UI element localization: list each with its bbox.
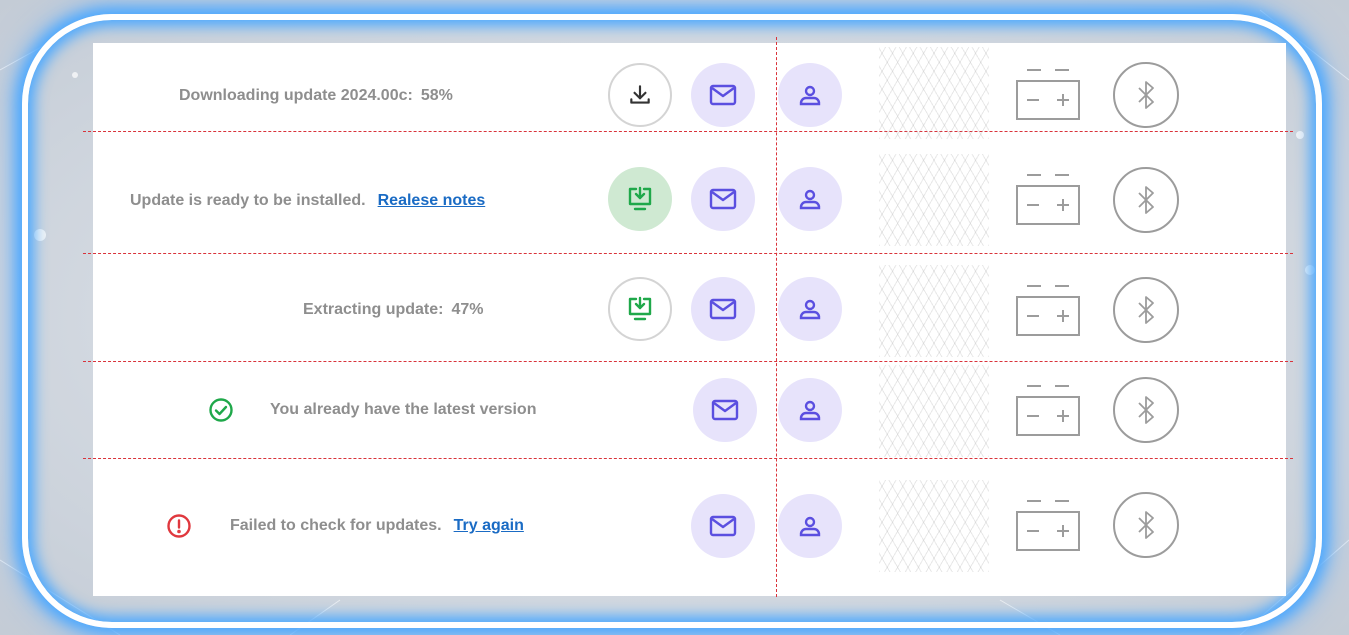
- bluetooth-icon: [1138, 396, 1154, 424]
- mail-icon: [709, 188, 737, 210]
- download-button[interactable]: [608, 63, 672, 127]
- install-update-icon: [628, 296, 652, 321]
- mail-icon: [709, 298, 737, 320]
- status-text: Failed to check for updates.: [230, 517, 442, 534]
- mail-button[interactable]: [691, 63, 755, 127]
- bluetooth-icon: [1138, 186, 1154, 214]
- status-text: Downloading update 2024.00c:: [179, 86, 413, 104]
- error-circle-icon: [166, 513, 192, 539]
- user-button[interactable]: [778, 167, 842, 231]
- mail-icon: [709, 515, 737, 537]
- user-icon: [799, 400, 821, 421]
- bluetooth-icon: [1138, 296, 1154, 324]
- progress-value: 58%: [420, 86, 453, 104]
- hatched-placeholder: [879, 265, 989, 357]
- battery-icon: [1016, 385, 1080, 436]
- row-downloading: Downloading update 2024.00c: 58%: [93, 43, 1286, 148]
- battery-icon: [1016, 174, 1080, 225]
- try-again-link[interactable]: Try again: [454, 517, 524, 535]
- user-button[interactable]: [778, 378, 842, 442]
- mail-button[interactable]: [693, 378, 757, 442]
- row-ready: Update is ready to be installed. Realese…: [93, 148, 1286, 253]
- mail-button[interactable]: [691, 277, 755, 341]
- user-icon: [799, 85, 821, 106]
- status-downloading: Downloading update 2024.00c: 58%: [179, 43, 453, 148]
- user-button[interactable]: [778, 494, 842, 558]
- status-failed: Failed to check for updates. Try again: [166, 476, 524, 576]
- row-failed: Failed to check for updates. Try again: [93, 476, 1286, 581]
- hatched-placeholder: [879, 480, 989, 572]
- battery-icon: [1016, 500, 1080, 551]
- bluetooth-button[interactable]: [1113, 492, 1179, 558]
- status-text: You already have the latest version: [270, 401, 537, 418]
- status-ready: Update is ready to be installed. Realese…: [130, 148, 485, 253]
- status-text: Extracting update:: [303, 301, 444, 318]
- install-update-button[interactable]: [608, 167, 672, 231]
- user-icon: [799, 189, 821, 210]
- hatched-placeholder: [879, 154, 989, 246]
- mail-icon: [711, 399, 739, 421]
- row-extracting: Extracting update: 47%: [93, 265, 1286, 370]
- progress-value: 47%: [451, 301, 484, 318]
- bluetooth-icon: [1138, 511, 1154, 539]
- user-button[interactable]: [778, 277, 842, 341]
- mail-icon: [709, 84, 737, 106]
- row-up-to-date: You already have the latest version: [93, 365, 1286, 470]
- install-update-icon: [628, 186, 652, 211]
- hatched-placeholder: [879, 365, 989, 457]
- status-text: Update is ready to be installed.: [130, 191, 366, 209]
- user-button[interactable]: [778, 63, 842, 127]
- bluetooth-button[interactable]: [1113, 377, 1179, 443]
- bluetooth-button[interactable]: [1113, 62, 1179, 128]
- battery-icon: [1016, 69, 1080, 120]
- bluetooth-button[interactable]: [1113, 277, 1179, 343]
- bluetooth-button[interactable]: [1113, 167, 1179, 233]
- mail-button[interactable]: [691, 167, 755, 231]
- hatched-placeholder: [879, 47, 989, 139]
- mail-button[interactable]: [691, 494, 755, 558]
- user-icon: [799, 299, 821, 320]
- status-up-to-date: You already have the latest version: [208, 365, 536, 455]
- bluetooth-icon: [1138, 81, 1154, 109]
- battery-icon: [1016, 285, 1080, 336]
- status-extracting: Extracting update: 47%: [303, 265, 484, 355]
- row-divider: [83, 253, 1293, 254]
- install-update-button[interactable]: [608, 277, 672, 341]
- release-notes-link[interactable]: Realese notes: [378, 192, 486, 210]
- check-circle-icon: [208, 397, 234, 423]
- user-icon: [799, 516, 821, 537]
- update-status-panel: Downloading update 2024.00c: 58% Update …: [83, 37, 1293, 597]
- download-icon: [630, 85, 650, 104]
